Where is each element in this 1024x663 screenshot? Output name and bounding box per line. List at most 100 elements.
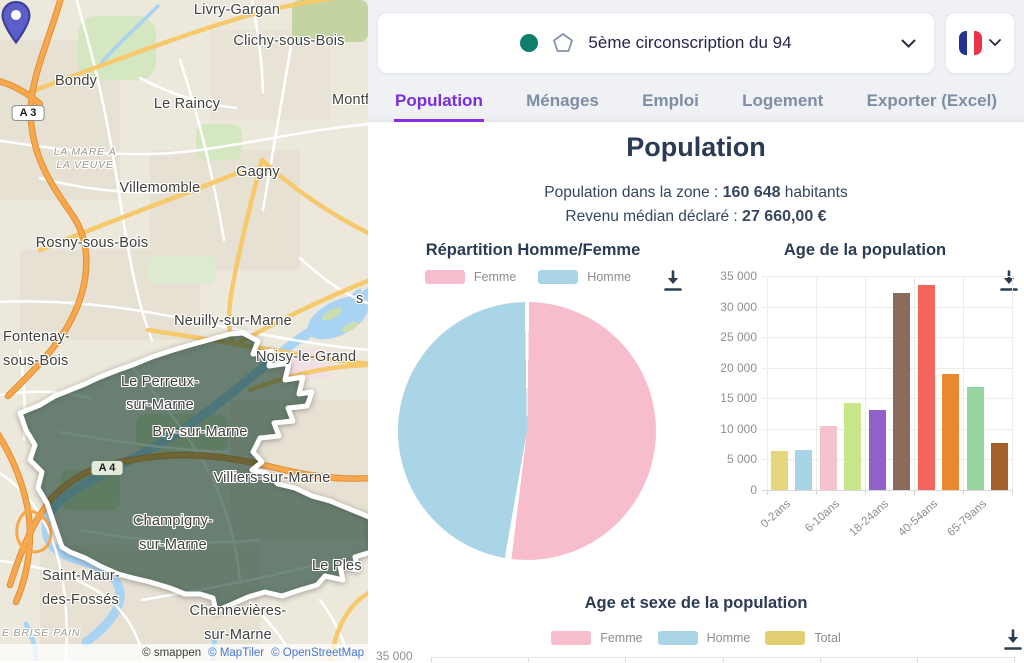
axis-tick — [820, 657, 821, 662]
map-place-label: Noisy-le-Grand — [256, 349, 356, 365]
map-pin[interactable] — [0, 0, 32, 46]
attribution-osm-link[interactable]: © OpenStreetMap — [271, 647, 364, 659]
legend-item-femme[interactable]: Femme — [551, 631, 642, 645]
x-axis-tick-label: 65-79ans — [946, 498, 990, 539]
map-place-label: Livry-Gargan — [194, 2, 280, 18]
legend-item-homme[interactable]: Homme — [658, 631, 751, 645]
bar-cat5 — [893, 293, 910, 490]
map-place-label: Saint-Maur- — [42, 568, 120, 584]
map-place-label: Montfermeil — [332, 92, 368, 108]
legend-item-total[interactable]: Total — [765, 631, 840, 645]
map-place-label: LA MARE À — [54, 146, 117, 158]
bar-chart-title: Age de la population — [725, 241, 1005, 260]
tab-population[interactable]: Population — [394, 84, 484, 122]
gridline — [762, 307, 1012, 308]
bar-cat9 — [991, 443, 1008, 490]
bar-cat3 — [844, 403, 861, 490]
axis-tick — [816, 490, 817, 495]
map-place-label: s — [356, 291, 363, 307]
income-value: 27 660,00 € — [742, 208, 827, 225]
tab-bar: Population Ménages Emploi Logement Expor… — [368, 84, 1024, 122]
gridline — [762, 490, 1012, 491]
zone-color-dot — [520, 34, 538, 52]
x-axis-tick-label: 6-10ans — [803, 498, 842, 535]
femme-swatch — [551, 631, 591, 645]
age-sex-chart-title: Age et sexe de la population — [368, 594, 1024, 613]
chevron-down-icon — [989, 39, 1001, 47]
pie-chart-title: Répartition Homme/Femme — [378, 241, 688, 260]
axis-tick — [914, 490, 915, 495]
y-axis-tick-label: 5 000 — [705, 452, 757, 466]
zone-shape-icon — [551, 31, 575, 55]
legend-item-femme[interactable]: Femme — [425, 270, 516, 284]
gridline — [762, 368, 1012, 369]
axis-tick — [431, 657, 432, 662]
bar-cat7 — [942, 374, 959, 490]
map-place-label: Chennevières- — [190, 603, 287, 619]
zone-selector-dropdown[interactable]: 5ème circonscription du 94 — [377, 12, 935, 74]
axis-tick — [625, 657, 626, 662]
map-place-label: Le Perreux- — [121, 374, 199, 390]
y-axis-tick-label: 35 000 — [705, 269, 757, 283]
map-place-label: sur-Marne — [139, 537, 207, 553]
bar-65-79ans — [967, 387, 984, 490]
gender-pie-chart — [398, 302, 656, 560]
y-axis-tick-label: 0 — [705, 483, 757, 497]
map-attribution: © smappen © MapTiler © OpenStreetMap — [0, 644, 368, 661]
download-age-sex-button[interactable] — [1002, 628, 1024, 654]
download-pie-button[interactable] — [662, 269, 686, 295]
y-axis-tick-label: 10 000 — [705, 422, 757, 436]
panel-header: 5ème circonscription du 94 — [368, 0, 1024, 84]
axis-tick — [1014, 657, 1015, 662]
axis-tick — [917, 657, 918, 662]
tab-menages[interactable]: Ménages — [525, 84, 600, 122]
page-title: Population — [368, 132, 1024, 163]
age-bar-chart — [767, 276, 1012, 490]
map-place-label: Villiers-sur-Marne — [214, 470, 331, 486]
axis-tick — [723, 657, 724, 662]
map[interactable]: Livry-GarganClichy-sous-BoisBondyLe Rain… — [0, 0, 368, 661]
bar-18-24ans — [869, 410, 886, 490]
map-place-label: E BRISE-PAIN — [2, 627, 80, 639]
map-place-label: Clichy-sous-Bois — [233, 33, 344, 49]
femme-swatch — [425, 270, 465, 284]
map-place-label: sur-Marne — [126, 397, 194, 413]
y-axis-tick-label: 20 000 — [705, 361, 757, 375]
age-sex-legend: Femme Homme Total — [496, 631, 896, 645]
tab-emploi[interactable]: Emploi — [641, 84, 700, 122]
map-place-label: Villemomble — [120, 180, 201, 196]
gridline — [1012, 276, 1013, 490]
population-value: 160 648 — [723, 184, 781, 201]
bar-cat1 — [795, 450, 812, 490]
x-axis-tick-label: 40-54ans — [897, 498, 941, 539]
axis-tick — [865, 490, 866, 495]
tab-exporter-excel[interactable]: Exporter (Excel) — [866, 84, 998, 122]
gridline — [762, 337, 1012, 338]
map-place-label: Le Ples — [312, 558, 362, 574]
attribution-maptiler-link[interactable]: © MapTiler — [208, 647, 264, 659]
map-place-label: Le Raincy — [154, 96, 220, 112]
gridline — [816, 276, 817, 490]
bar-6-10ans — [820, 426, 837, 490]
legend-item-homme[interactable]: Homme — [538, 270, 631, 284]
axis-tick — [528, 657, 529, 662]
stats-panel: 5ème circonscription du 94 Population Mé… — [368, 0, 1024, 661]
gridline — [963, 276, 964, 490]
road-badge: A 3 — [12, 105, 45, 121]
map-place-label: Gagny — [236, 164, 280, 180]
y-axis-tick-label: 30 000 — [705, 300, 757, 314]
x-axis-tick-label: 18-24ans — [848, 498, 892, 539]
map-place-label: Rosny-sous-Bois — [36, 235, 149, 251]
map-place-label: Neuilly-sur-Marne — [174, 313, 292, 329]
map-place-label: LA VEUVE — [56, 159, 113, 171]
map-place-label: Fontenay- — [3, 329, 70, 345]
france-flag-icon — [959, 31, 982, 55]
population-content: Population Population dans la zone : 160… — [368, 122, 1024, 661]
tab-logement[interactable]: Logement — [741, 84, 824, 122]
language-selector[interactable] — [945, 12, 1015, 74]
median-income-stat: Revenu médian déclaré : 27 660,00 € — [368, 208, 1024, 226]
homme-swatch — [658, 631, 698, 645]
map-place-label: Champigny- — [133, 513, 213, 529]
map-place-label: sur-Marne — [204, 627, 272, 643]
gridline — [865, 276, 866, 490]
